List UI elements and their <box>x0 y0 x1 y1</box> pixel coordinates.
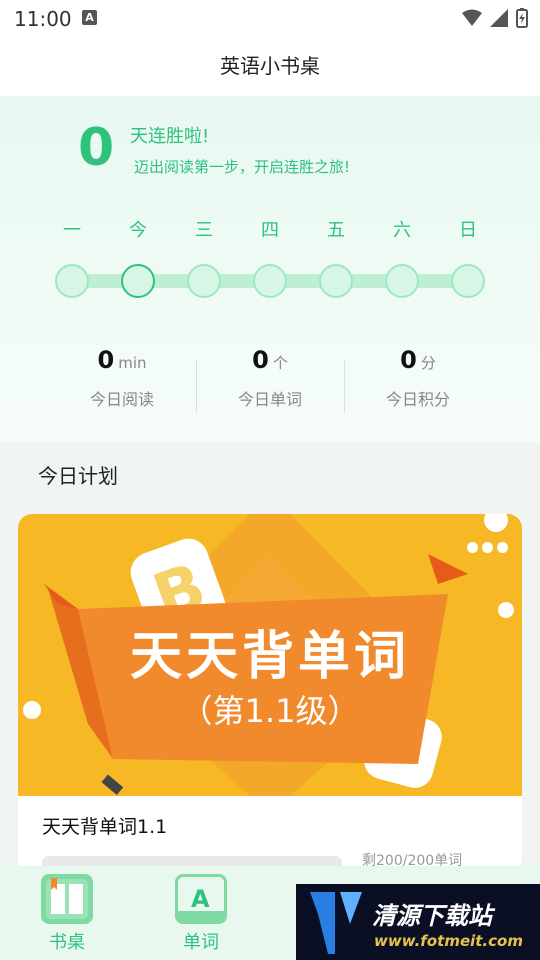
day-label: 日 <box>459 220 477 241</box>
status-icons <box>462 8 528 28</box>
day-label: 五 <box>327 220 345 241</box>
stat-label: 今日单词 <box>237 390 302 409</box>
letter-a-icon: A <box>175 874 227 924</box>
stat-value: 0 <box>97 346 115 374</box>
today-stats: 0 min 今日阅读 0个 今日单词 0分 今日积分 <box>0 346 540 436</box>
stat-value: 0 <box>252 346 269 374</box>
watermark-logo <box>310 892 362 954</box>
day-dot <box>187 264 221 298</box>
plan-section: 今日计划 B 天天背单词 （第1.1级） 天天背单词1.1 剩200/200单词 <box>0 442 540 874</box>
signal-icon <box>490 9 508 27</box>
notification-icon: A <box>82 10 97 25</box>
plan-heading: 今日计划 <box>38 464 118 488</box>
nav-item-words[interactable]: A 单词 <box>166 874 236 954</box>
day-label: 一 <box>63 220 81 241</box>
watermark-url: www.fotmeit.com <box>374 932 523 950</box>
day-dot <box>55 264 89 298</box>
streak-title: 天连胜啦! <box>130 126 210 147</box>
stat-label: 今日阅读 <box>89 390 154 409</box>
nav-label: 单词 <box>183 932 219 953</box>
stat-unit: 分 <box>420 354 436 372</box>
plan-banner[interactable]: B 天天背单词 （第1.1级） <box>18 514 522 796</box>
page-title: 英语小书桌 <box>220 54 320 78</box>
stat-words: 0个 今日单词 <box>196 346 344 410</box>
day-dot <box>385 264 419 298</box>
stat-divider <box>196 360 197 412</box>
more-options-icon[interactable] <box>467 542 508 553</box>
day-dot-today <box>121 264 155 298</box>
stat-points: 0分 今日积分 <box>344 346 492 410</box>
streak-card: 0 天连胜啦! 迈出阅读第一步，开启连胜之旅! 一 今 三 四 五 六 日 0m… <box>0 96 540 442</box>
status-time: 11:00 <box>14 7 72 31</box>
day-dot <box>319 264 353 298</box>
app-header: 英语小书桌 <box>0 36 540 96</box>
banner-subtitle: （第1.1级） <box>180 692 360 730</box>
streak-count: 0 <box>78 118 115 178</box>
book-icon <box>41 874 93 924</box>
watermark-text: 清源下载站 <box>372 902 492 930</box>
stat-unit: min <box>118 354 147 372</box>
nav-item-desk[interactable]: 书桌 <box>32 874 102 954</box>
streak-subtitle: 迈出阅读第一步，开启连胜之旅! <box>134 158 351 176</box>
day-dot <box>451 264 485 298</box>
day-dot <box>253 264 287 298</box>
stat-value: 0 <box>400 346 417 374</box>
plan-card-title: 天天背单词1.1 <box>42 816 168 838</box>
stat-label: 今日积分 <box>385 390 450 409</box>
plan-card[interactable]: B 天天背单词 （第1.1级） 天天背单词1.1 剩200/200单词 <box>18 514 522 874</box>
day-label-today: 今 <box>129 220 147 241</box>
nav-label: 书桌 <box>49 932 85 953</box>
status-bar: 11:00 A <box>0 0 540 36</box>
battery-icon <box>516 8 528 28</box>
day-label: 三 <box>195 220 213 241</box>
watermark: 清源下载站 www.fotmeit.com <box>296 884 540 960</box>
svg-text:A: A <box>191 885 210 913</box>
day-label: 六 <box>393 220 411 241</box>
stat-divider <box>344 360 345 412</box>
weekday-labels: 一 今 三 四 五 六 日 <box>0 216 540 241</box>
banner-title: 天天背单词 <box>129 627 410 687</box>
stat-unit: 个 <box>272 354 288 372</box>
stat-reading: 0 min 今日阅读 <box>48 346 196 410</box>
wifi-icon <box>462 9 482 26</box>
day-label: 四 <box>261 220 279 241</box>
